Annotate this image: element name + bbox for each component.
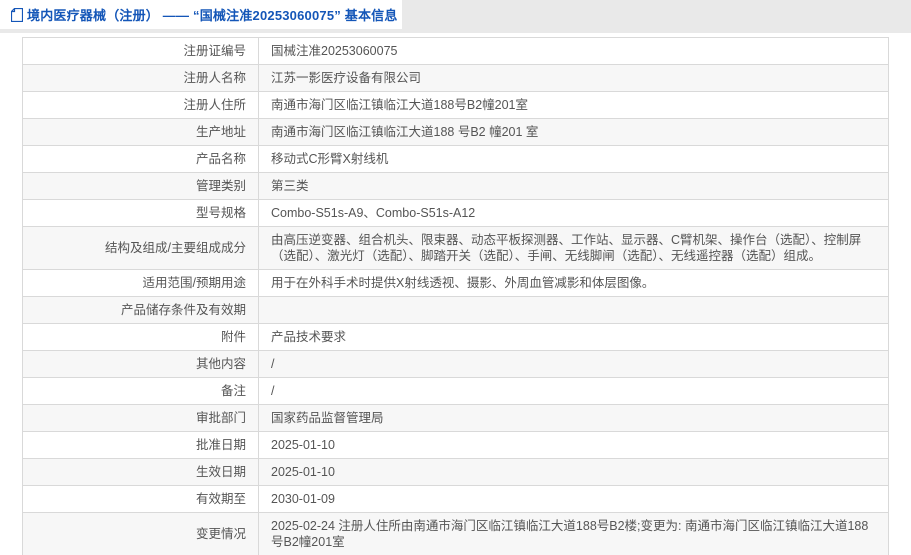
row-value: 移动式C形臂X射线机 xyxy=(271,152,388,166)
row-value-cell: / xyxy=(259,378,889,405)
row-label-cell: 注册人住所 xyxy=(23,92,259,119)
table-row: 注册证编号 国械注准20253060075 xyxy=(23,38,889,65)
page-title: 境内医疗器械（注册） —— “国械注准20253060075” 基本信息 xyxy=(27,5,398,24)
row-label: 管理类别 xyxy=(196,179,246,193)
registration-info-table: 注册证编号 国械注准20253060075 注册人名称 江苏一影医疗设备有限公司 xyxy=(22,37,889,555)
row-value: 第三类 xyxy=(271,179,309,193)
row-value-cell: 2030-01-09 xyxy=(259,486,889,513)
row-value-cell: / xyxy=(259,351,889,378)
row-label: 批准日期 xyxy=(196,438,246,452)
row-value: 产品技术要求 xyxy=(271,330,346,344)
table-row: 注册人住所 南通市海门区临江镇临江大道188号B2幢201室 xyxy=(23,92,889,119)
table-row: 批准日期 2025-01-10 xyxy=(23,432,889,459)
row-value-cell: 第三类 xyxy=(259,173,889,200)
row-label-cell: 有效期至 xyxy=(23,486,259,513)
row-label: 生效日期 xyxy=(196,465,246,479)
row-value: 2030-01-09 xyxy=(271,492,335,506)
row-value-cell: 2025-02-24 注册人住所由南通市海门区临江镇临江大道188号B2楼;变更… xyxy=(259,513,889,555)
row-label-cell: 变更情况 xyxy=(23,513,259,555)
row-value-cell: 国械注准20253060075 xyxy=(259,38,889,65)
row-value: 2025-02-24 注册人住所由南通市海门区临江镇临江大道188号B2楼;变更… xyxy=(271,519,868,549)
table-row: 适用范围/预期用途 用于在外科手术时提供X射线透视、摄影、外周血管减影和体层图像… xyxy=(23,270,889,297)
row-label-cell: 备注 xyxy=(23,378,259,405)
table-row: 产品名称 移动式C形臂X射线机 xyxy=(23,146,889,173)
table-row: 备注 / xyxy=(23,378,889,405)
row-label-cell: 产品名称 xyxy=(23,146,259,173)
table-row: 有效期至 2030-01-09 xyxy=(23,486,889,513)
table-row: 产品储存条件及有效期 xyxy=(23,297,889,324)
row-value-cell: 2025-01-10 xyxy=(259,432,889,459)
row-label: 适用范围/预期用途 xyxy=(143,276,246,290)
header-band: 境内医疗器械（注册） —— “国械注准20253060075” 基本信息 xyxy=(0,0,911,33)
row-label-cell: 附件 xyxy=(23,324,259,351)
table-row: 审批部门 国家药品监督管理局 xyxy=(23,405,889,432)
row-value: 南通市海门区临江镇临江大道188 号B2 幢201 室 xyxy=(271,125,538,139)
row-label: 注册人住所 xyxy=(183,98,246,112)
row-label-cell: 生产地址 xyxy=(23,119,259,146)
row-value-cell: 2025-01-10 xyxy=(259,459,889,486)
row-value: / xyxy=(271,384,274,398)
row-value-cell: 移动式C形臂X射线机 xyxy=(259,146,889,173)
row-value-cell: 南通市海门区临江镇临江大道188号B2幢201室 xyxy=(259,92,889,119)
row-value: 用于在外科手术时提供X射线透视、摄影、外周血管减影和体层图像。 xyxy=(271,276,654,290)
row-value: 国械注准20253060075 xyxy=(271,44,397,58)
row-label: 结构及组成/主要组成成分 xyxy=(105,241,246,255)
document-icon xyxy=(11,8,23,22)
row-value: 由高压逆变器、组合机头、限束器、动态平板探测器、工作站、显示器、C臂机架、操作台… xyxy=(271,233,861,263)
row-label-cell: 管理类别 xyxy=(23,173,259,200)
row-value-cell: 江苏一影医疗设备有限公司 xyxy=(259,65,889,92)
table-row: 生效日期 2025-01-10 xyxy=(23,459,889,486)
row-value-cell: 国家药品监督管理局 xyxy=(259,405,889,432)
row-label: 附件 xyxy=(221,330,246,344)
row-label: 变更情况 xyxy=(196,527,246,541)
row-value-cell: 用于在外科手术时提供X射线透视、摄影、外周血管减影和体层图像。 xyxy=(259,270,889,297)
row-label: 注册证编号 xyxy=(183,44,246,58)
row-label-cell: 适用范围/预期用途 xyxy=(23,270,259,297)
row-value: / xyxy=(271,357,274,371)
row-value: Combo-S51s-A9、Combo-S51s-A12 xyxy=(271,206,475,220)
row-label: 产品名称 xyxy=(196,152,246,166)
row-label-cell: 批准日期 xyxy=(23,432,259,459)
row-label-cell: 产品储存条件及有效期 xyxy=(23,297,259,324)
row-label: 其他内容 xyxy=(196,357,246,371)
row-label-cell: 其他内容 xyxy=(23,351,259,378)
row-value: 2025-01-10 xyxy=(271,465,335,479)
row-label: 备注 xyxy=(221,384,246,398)
row-label-cell: 结构及组成/主要组成成分 xyxy=(23,227,259,270)
row-value-cell: 由高压逆变器、组合机头、限束器、动态平板探测器、工作站、显示器、C臂机架、操作台… xyxy=(259,227,889,270)
main-content: 注册证编号 国械注准20253060075 注册人名称 江苏一影医疗设备有限公司 xyxy=(0,33,911,555)
table-row: 附件 产品技术要求 xyxy=(23,324,889,351)
table-row: 型号规格 Combo-S51s-A9、Combo-S51s-A12 xyxy=(23,200,889,227)
row-value: 南通市海门区临江镇临江大道188号B2幢201室 xyxy=(271,98,528,112)
row-label: 审批部门 xyxy=(196,411,246,425)
title-box: 境内医疗器械（注册） —— “国械注准20253060075” 基本信息 xyxy=(0,0,402,29)
row-label: 注册人名称 xyxy=(183,71,246,85)
row-value-cell: 南通市海门区临江镇临江大道188 号B2 幢201 室 xyxy=(259,119,889,146)
row-value-cell: Combo-S51s-A9、Combo-S51s-A12 xyxy=(259,200,889,227)
row-value-cell: 产品技术要求 xyxy=(259,324,889,351)
row-label: 型号规格 xyxy=(196,206,246,220)
table-row: 生产地址 南通市海门区临江镇临江大道188 号B2 幢201 室 xyxy=(23,119,889,146)
table-row: 其他内容 / xyxy=(23,351,889,378)
row-value: 国家药品监督管理局 xyxy=(271,411,384,425)
row-label-cell: 生效日期 xyxy=(23,459,259,486)
table-row: 变更情况 2025-02-24 注册人住所由南通市海门区临江镇临江大道188号B… xyxy=(23,513,889,555)
row-value: 2025-01-10 xyxy=(271,438,335,452)
row-label-cell: 注册证编号 xyxy=(23,38,259,65)
row-label-cell: 型号规格 xyxy=(23,200,259,227)
row-label-cell: 注册人名称 xyxy=(23,65,259,92)
row-value-cell xyxy=(259,297,889,324)
row-value: 江苏一影医疗设备有限公司 xyxy=(271,71,421,85)
row-label: 产品储存条件及有效期 xyxy=(121,303,246,317)
row-label-cell: 审批部门 xyxy=(23,405,259,432)
table-row: 管理类别 第三类 xyxy=(23,173,889,200)
row-label: 有效期至 xyxy=(196,492,246,506)
table-row: 结构及组成/主要组成成分 由高压逆变器、组合机头、限束器、动态平板探测器、工作站… xyxy=(23,227,889,270)
table-row: 注册人名称 江苏一影医疗设备有限公司 xyxy=(23,65,889,92)
row-label: 生产地址 xyxy=(196,125,246,139)
